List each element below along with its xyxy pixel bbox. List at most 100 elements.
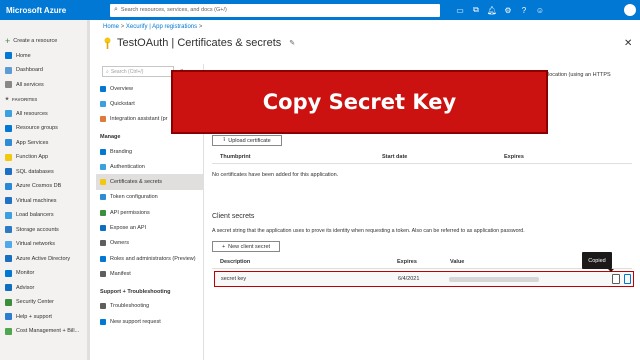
overview-icon [100,85,106,92]
service-icon [5,226,12,234]
col-expires: Expires [504,154,524,160]
nav-item-cost-management-bill[interactable]: Cost Management + Bill... [0,324,89,339]
client-secrets-title: Client secrets [212,213,255,220]
menu-icon [100,225,106,232]
menu-icon [100,270,106,277]
avatar[interactable] [624,4,636,16]
cloud-shell-icon[interactable]: ▭ [452,0,468,20]
global-search-input[interactable]: ⌕ Search resources, services, and docs (… [110,3,440,17]
nav-item-home[interactable]: Home [0,49,89,64]
nav-item-app-services[interactable]: App Services [0,136,89,151]
resource-menu-search-input[interactable]: ⌕ Search (Ctrl+/) [102,66,174,77]
nav-item-azure-active-directory[interactable]: Azure Active Directory [0,252,89,267]
nav-item-azure-cosmos-db[interactable]: Azure Cosmos DB [0,179,89,194]
certificates-table-header: Thumbprint Start date Expires [212,152,632,164]
menu-icon [100,163,106,170]
brand-logo[interactable]: Microsoft Azure [0,6,110,15]
secret-expires: 6/4/2021 [398,276,420,282]
upload-icon: ⭱ [223,137,226,143]
service-icon [5,298,12,306]
rocket-icon [100,116,106,123]
menu-icon [100,148,106,155]
favorites-header: ★ FAVORITES [5,96,38,102]
menu-icon [100,240,106,247]
feedback-icon[interactable]: ☺ [532,0,548,20]
page-title: TestOAuth | Certificates & secrets [117,37,282,49]
nav-item-resource-groups[interactable]: Resource groups [0,121,89,136]
menu-icon [100,255,106,262]
service-icon [5,240,12,248]
nav-item-monitor[interactable]: Monitor [0,266,89,281]
delete-icon[interactable] [624,274,631,284]
menu-item-certificates-secrets[interactable]: Certificates & secrets [96,174,203,190]
search-placeholder: Search resources, services, and docs (G+… [120,7,227,13]
pin-icon[interactable]: ✎ [289,39,295,47]
breadcrumb-home[interactable]: Home [103,24,119,30]
search-icon: ⌕ [106,68,109,75]
menu-item-roles-and-administrators-preview[interactable]: Roles and administrators (Preview) [96,251,203,266]
service-icon [5,110,12,118]
menu-item-token-configuration[interactable]: Token configuration [96,190,203,205]
copied-tooltip: Copied [582,252,612,269]
page-header: TestOAuth | Certificates & secrets ✎ [103,37,295,49]
nav-item-advisor[interactable]: Advisor [0,281,89,296]
directory-filter-icon[interactable]: ⧉ [468,0,484,20]
service-icon [5,168,12,176]
menu-item-troubleshooting[interactable]: Troubleshooting [96,299,203,314]
service-icon [5,197,12,205]
col-start-date: Start date [382,154,408,160]
nav-item-help-support[interactable]: Help + support [0,310,89,325]
support-request-icon [100,318,106,325]
breadcrumb: Home > Xecurify | App registrations > [103,24,203,30]
banner-text: Copy Secret Key [262,90,457,114]
wrench-icon [100,303,106,310]
dashboard-icon [5,66,12,74]
nav-item-storage-accounts[interactable]: Storage accounts [0,223,89,238]
menu-item-manifest[interactable]: Manifest [96,266,203,281]
plus-icon: + [5,36,11,47]
help-icon[interactable]: ? [516,0,532,20]
menu-item-branding[interactable]: Branding [96,144,203,159]
nav-item-all-services[interactable]: All services [0,78,89,93]
settings-icon[interactable]: ⚙ [500,0,516,20]
service-icon [5,182,12,190]
menu-item-api-permissions[interactable]: API permissions [96,205,203,220]
nav-item-virtual-machines[interactable]: Virtual machines [0,194,89,209]
nav-item-virtual-networks[interactable]: Virtual networks [0,237,89,252]
new-client-secret-button[interactable]: + New client secret [212,241,280,252]
copy-icon[interactable] [612,274,620,284]
menu-item-authentication[interactable]: Authentication [96,159,203,174]
menu-item-new-support-request[interactable]: New support request [96,314,203,329]
key-icon [104,37,111,49]
secret-description: secret key [221,276,247,282]
nav-item-function-app[interactable]: Function App [0,150,89,165]
menu-icon [100,194,106,201]
plus-icon: + [221,243,226,250]
left-nav-scrollbar[interactable] [87,20,90,360]
secret-value-masked [449,277,539,282]
service-icon [5,269,12,277]
notifications-icon[interactable]: 🔔︎ [484,0,500,20]
menu-item-owners[interactable]: Owners [96,236,203,251]
service-icon [5,313,12,321]
nav-item-security-center[interactable]: Security Center [0,295,89,310]
nav-item-all-resources[interactable]: All resources [0,107,89,122]
nav-item-dashboard[interactable]: Dashboard [0,63,89,78]
nav-item-sql-databases[interactable]: SQL databases [0,165,89,180]
col-value: Value [450,259,465,265]
service-icon [5,124,12,132]
manage-list: Branding Authentication Certificates & sec… [96,144,203,282]
star-icon: ★ [5,96,10,102]
breadcrumb-app-registrations[interactable]: Xecurify | App registrations [126,24,197,30]
list-icon [5,81,12,89]
secret-row[interactable]: secret key 6/4/2021 [214,271,634,287]
top-bar: Microsoft Azure ⌕ Search resources, serv… [0,0,640,20]
col-thumbprint: Thumbprint [220,154,251,160]
close-icon[interactable]: ✕ [624,38,632,49]
client-secrets-description: A secret string that the application use… [212,228,525,234]
service-icon [5,284,12,292]
upload-certificate-button[interactable]: ⭱ Upload certificate [212,135,282,146]
menu-item-expose-an-api[interactable]: Expose an API [96,220,203,235]
nav-item-load-balancers[interactable]: Load balancers [0,208,89,223]
create-resource-item[interactable]: + Create a resource [0,34,89,49]
